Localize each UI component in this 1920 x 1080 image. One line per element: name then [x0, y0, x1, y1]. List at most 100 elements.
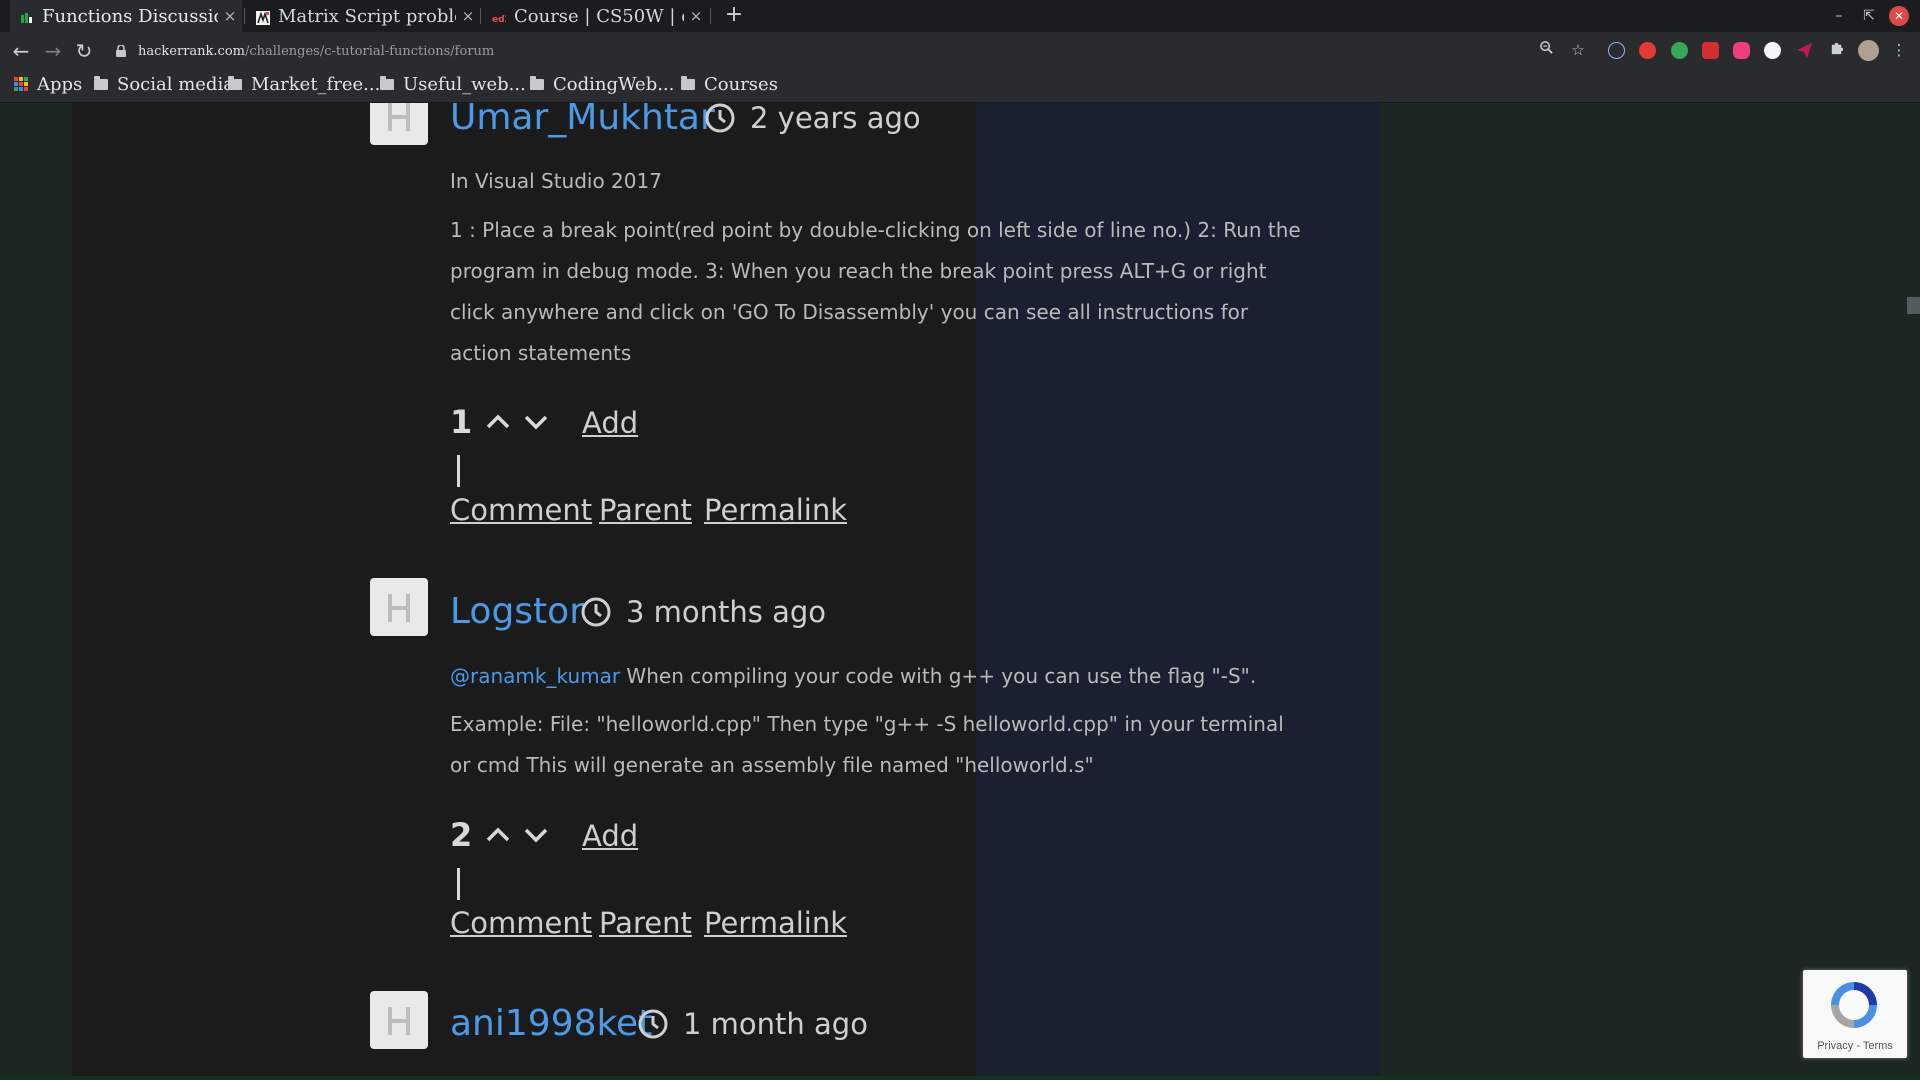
permalink-link[interactable]: Permalink [704, 493, 847, 527]
comment-link[interactable]: Comment [450, 906, 592, 940]
extensions-puzzle-icon[interactable] [1825, 39, 1847, 61]
matrix-favicon-icon [256, 9, 270, 25]
upvote-chevron-icon[interactable] [484, 821, 512, 849]
bookmark-social-media[interactable]: Social media [94, 70, 234, 98]
bookmark-market-free[interactable]: Market_free... [228, 70, 380, 98]
svg-text:edX: edX [492, 15, 506, 25]
comment-username[interactable]: Umar_Mukhtar [450, 103, 715, 138]
avatar[interactable] [370, 103, 428, 145]
tab-label: Matrix Script problem [278, 5, 456, 27]
tab-close-icon[interactable]: × [684, 7, 708, 25]
vote-widget: 1 [450, 403, 560, 441]
address-bar[interactable]: hackerrank.com/challenges/c-tutorial-fun… [116, 41, 494, 61]
parent-link[interactable]: Parent [599, 906, 692, 940]
avatar[interactable] [370, 578, 428, 636]
minimize-window-icon[interactable]: – [1829, 6, 1849, 26]
user-mention-link[interactable]: @ranamk_kumar [450, 664, 620, 688]
parent-link[interactable]: Parent [599, 493, 692, 527]
folder-icon [228, 75, 242, 90]
recaptcha-terms-link[interactable]: Terms [1863, 1040, 1893, 1052]
recaptcha-badge[interactable]: Privacy - Terms [1803, 970, 1907, 1058]
extension-paper-plane-icon[interactable] [1796, 42, 1813, 59]
add-link[interactable]: Add [582, 406, 638, 440]
hackerrank-h-icon [388, 594, 410, 622]
pipe-separator [457, 455, 460, 487]
bookmark-courses[interactable]: Courses [681, 70, 778, 98]
apps-grid-icon [14, 77, 28, 91]
bookmark-apps[interactable]: Apps [14, 70, 82, 98]
extension-stop-hand-icon[interactable] [1639, 42, 1656, 59]
bookmarks-bar: Apps Social media Market_free... Useful_… [0, 68, 1920, 103]
tab-functions-discussions[interactable]: Functions Discussions | C × [10, 0, 242, 32]
time-label: 3 months ago [626, 595, 827, 629]
comment-link[interactable]: Comment [450, 493, 592, 527]
extension-octocat-icon[interactable] [1733, 42, 1750, 59]
extension-tab-icon[interactable] [1702, 42, 1719, 59]
comment-username[interactable]: Logstor [450, 591, 584, 632]
pipe-separator [457, 868, 460, 900]
bookmark-label: Social media [117, 73, 234, 95]
folder-icon [380, 75, 394, 90]
vote-widget: 2 [450, 816, 560, 854]
add-link[interactable]: Add [582, 819, 638, 853]
bookmark-codingweb[interactable]: CodingWeb... [530, 70, 674, 98]
folder-icon [681, 75, 695, 90]
tab-cs50w-course[interactable]: edX Course | CS50W | edX × [482, 0, 708, 32]
downvote-chevron-icon[interactable] [522, 821, 550, 849]
restore-window-icon[interactable]: ⇱ [1859, 6, 1879, 26]
mention-text: When compiling your code with g++ you ca… [620, 664, 1257, 688]
upvote-chevron-icon[interactable] [484, 408, 512, 436]
url-host: hackerrank.com [138, 43, 245, 59]
close-window-icon[interactable]: ✕ [1889, 6, 1909, 26]
extension-green-circle-icon[interactable] [1671, 42, 1688, 59]
bookmark-star-icon[interactable]: ☆ [1567, 39, 1589, 61]
edx-favicon-icon: edX [492, 9, 512, 25]
tab-close-icon[interactable]: × [218, 7, 242, 25]
time-label: 2 years ago [750, 103, 921, 135]
clock-icon [581, 597, 611, 627]
extension-binoculars-icon[interactable] [1608, 42, 1625, 59]
tab-label: Functions Discussions | C [42, 5, 218, 27]
tab-separator [480, 8, 481, 24]
permalink-link[interactable]: Permalink [704, 906, 847, 940]
bookmark-label: Apps [37, 73, 83, 95]
comment-paragraph: @ranamk_kumar When compiling your code w… [450, 656, 1310, 697]
reload-icon[interactable]: ↻ [71, 38, 97, 64]
page-bottom-edge [0, 1076, 1920, 1080]
comment-username[interactable]: ani1998ket [450, 1003, 652, 1044]
extension-cat-icon[interactable] [1764, 42, 1781, 59]
tab-label: Course | CS50W | edX [514, 5, 684, 27]
back-arrow-icon[interactable]: ← [8, 38, 34, 64]
time-label: 1 month ago [683, 1007, 868, 1041]
recaptcha-privacy-link[interactable]: Privacy [1817, 1040, 1853, 1052]
folder-icon [94, 75, 108, 90]
browser-toolbar: ← → ↻ hackerrank.com/challenges/c-tutori… [0, 33, 1920, 68]
avatar[interactable] [370, 991, 428, 1049]
url-path: /challenges/c-tutorial-functions/forum [244, 43, 495, 59]
browser-menu-icon[interactable]: ⋮ [1888, 39, 1910, 61]
bookmark-label: Market_free... [251, 73, 381, 95]
tab-matrix-script[interactable]: Matrix Script problem × [246, 0, 480, 32]
bookmark-label: CodingWeb... [553, 73, 675, 95]
lock-icon [116, 45, 126, 57]
comment-paragraph: In Visual Studio 2017 [450, 169, 662, 193]
zoom-icon[interactable] [1535, 39, 1557, 61]
bookmark-useful-web[interactable]: Useful_web... [380, 70, 526, 98]
downvote-chevron-icon[interactable] [522, 408, 550, 436]
tab-separator [244, 8, 245, 24]
vote-count: 1 [450, 403, 473, 441]
hackerrank-favicon-icon [20, 9, 34, 23]
new-tab-button[interactable]: + [722, 2, 746, 28]
forward-arrow-icon[interactable]: → [40, 38, 66, 64]
comment-time: 1 month ago [637, 1007, 868, 1041]
scrollbar-thumb[interactable] [1907, 297, 1920, 314]
tab-separator [710, 8, 711, 24]
profile-avatar-icon[interactable] [1858, 40, 1879, 61]
recaptcha-separator: - [1853, 1040, 1863, 1052]
forum-page: Umar_Mukhtar 2 years ago In Visual Studi… [0, 103, 1920, 1080]
hackerrank-h-icon [388, 103, 410, 131]
tab-close-icon[interactable]: × [456, 7, 480, 25]
comment-paragraph: 1 : Place a break point(red point by dou… [450, 218, 1301, 365]
clock-icon [705, 103, 735, 133]
comment-time: 2 years ago [704, 103, 921, 135]
